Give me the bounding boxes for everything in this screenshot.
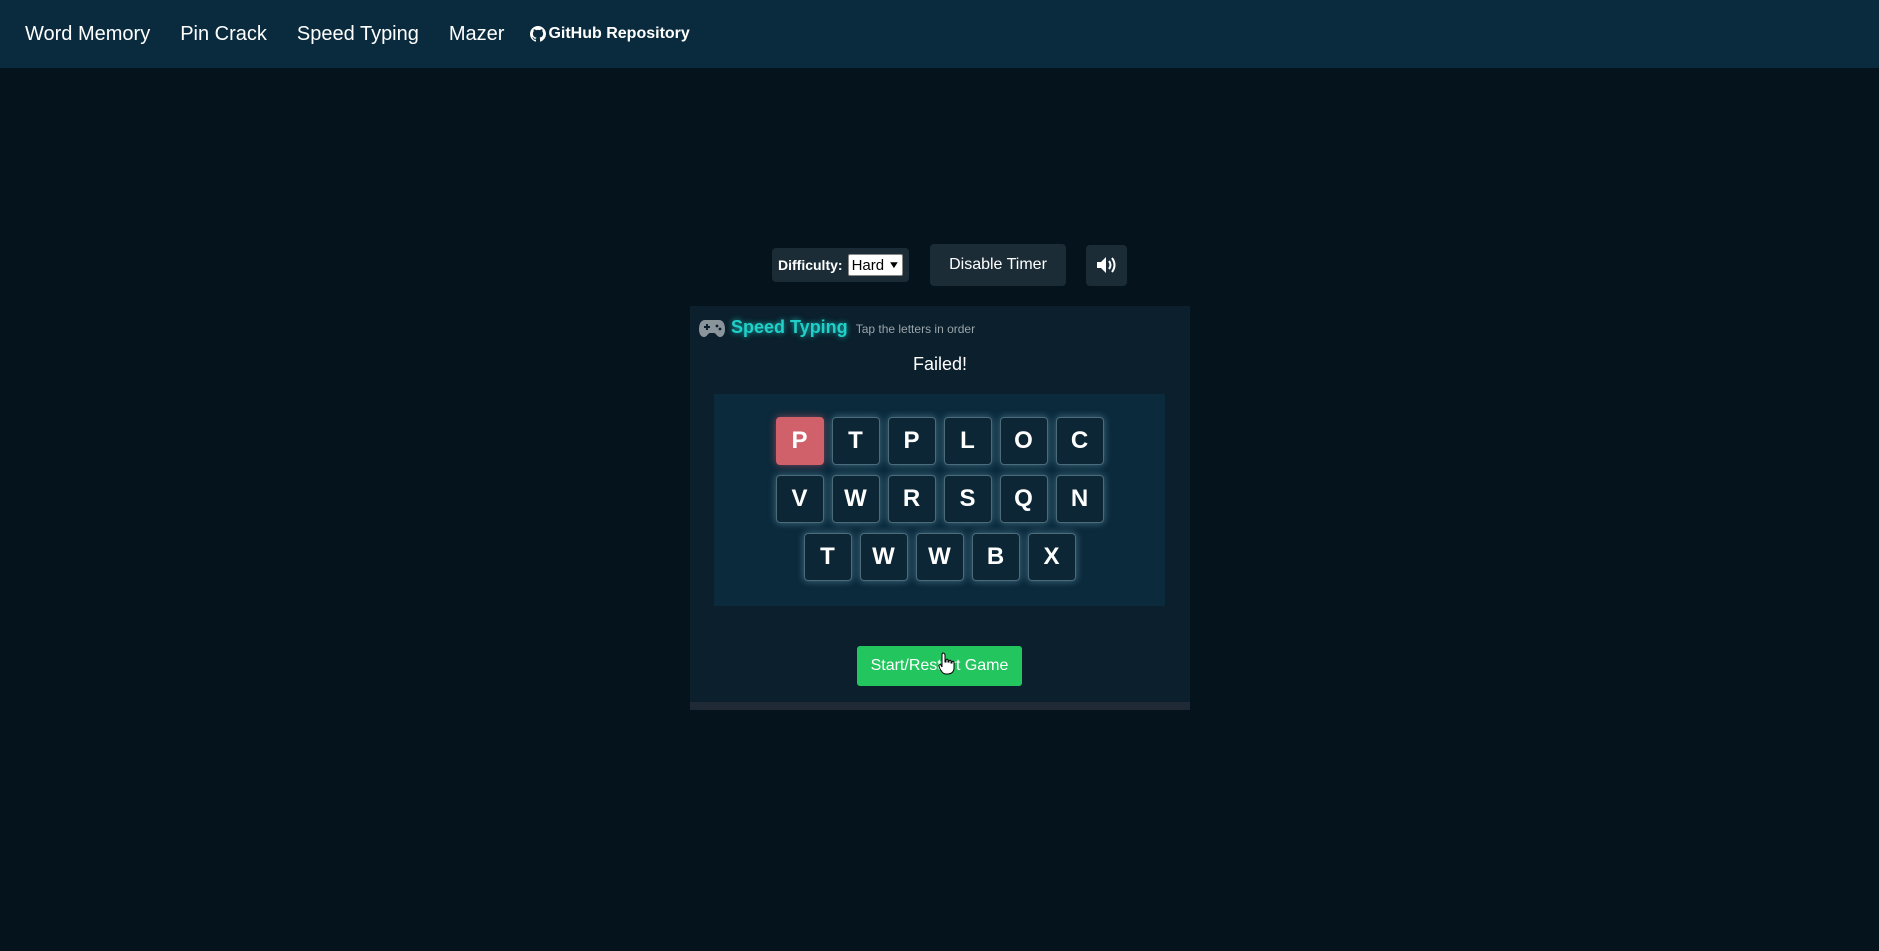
gamepad-icon bbox=[699, 319, 725, 337]
letter-tile[interactable]: T bbox=[803, 533, 852, 581]
chevron-down-icon: ▼ bbox=[887, 259, 901, 271]
letter-tile[interactable]: C bbox=[1055, 417, 1104, 465]
letter-tile[interactable]: W bbox=[831, 475, 880, 523]
letter-tile[interactable]: W bbox=[915, 533, 964, 581]
letter-tile[interactable]: S bbox=[943, 475, 992, 523]
game-title: Speed Typing bbox=[731, 317, 848, 337]
letter-tile[interactable]: P bbox=[775, 417, 824, 465]
letter-board: P T P L O C V W R S Q N T W W B X bbox=[714, 394, 1165, 606]
game-subtitle: Tap the letters in order bbox=[855, 322, 976, 336]
nav-github-repository[interactable]: GitHub Repository bbox=[530, 25, 690, 43]
game-controls: Difficulty: Hard ▼ Disable Timer bbox=[772, 244, 1127, 286]
letter-tile[interactable]: W bbox=[859, 533, 908, 581]
letter-tile[interactable]: N bbox=[1055, 475, 1104, 523]
letter-tile[interactable]: X bbox=[1027, 533, 1076, 581]
letter-tile[interactable]: R bbox=[887, 475, 936, 523]
difficulty-label: Difficulty: bbox=[778, 257, 843, 273]
nav-word-memory[interactable]: Word Memory bbox=[25, 23, 150, 46]
github-label: GitHub Repository bbox=[548, 25, 690, 42]
letter-tile[interactable]: V bbox=[775, 475, 824, 523]
game-panel: Speed Typing Tap the letters in order Fa… bbox=[690, 306, 1190, 710]
disable-timer-button[interactable]: Disable Timer bbox=[930, 244, 1066, 286]
nav-pin-crack[interactable]: Pin Crack bbox=[180, 23, 267, 46]
letter-row: V W R S Q N bbox=[714, 475, 1165, 523]
letter-tile[interactable]: O bbox=[999, 417, 1048, 465]
letter-row: P T P L O C bbox=[714, 417, 1165, 465]
nav-speed-typing[interactable]: Speed Typing bbox=[297, 23, 419, 46]
game-header: Speed Typing Tap the letters in order bbox=[698, 317, 975, 338]
game-status: Failed! bbox=[912, 354, 968, 374]
top-navbar: Word Memory Pin Crack Speed Typing Mazer… bbox=[0, 0, 1879, 68]
difficulty-select[interactable]: Hard ▼ bbox=[847, 254, 903, 276]
letter-tile[interactable]: L bbox=[943, 417, 992, 465]
sound-toggle-button[interactable] bbox=[1086, 244, 1127, 286]
letter-tile[interactable]: P bbox=[887, 417, 936, 465]
start-restart-button[interactable]: Start/Restart Game bbox=[857, 646, 1022, 686]
difficulty-control: Difficulty: Hard ▼ bbox=[772, 248, 909, 282]
letter-tile[interactable]: B bbox=[971, 533, 1020, 581]
letter-tile[interactable]: T bbox=[831, 417, 880, 465]
difficulty-value: Hard bbox=[851, 256, 885, 274]
letter-tile[interactable]: Q bbox=[999, 475, 1048, 523]
letter-row: T W W B X bbox=[714, 533, 1165, 581]
nav-mazer[interactable]: Mazer bbox=[449, 23, 505, 46]
panel-footer-bar bbox=[690, 702, 1190, 710]
github-icon bbox=[530, 26, 547, 42]
speaker-icon bbox=[1096, 257, 1115, 273]
